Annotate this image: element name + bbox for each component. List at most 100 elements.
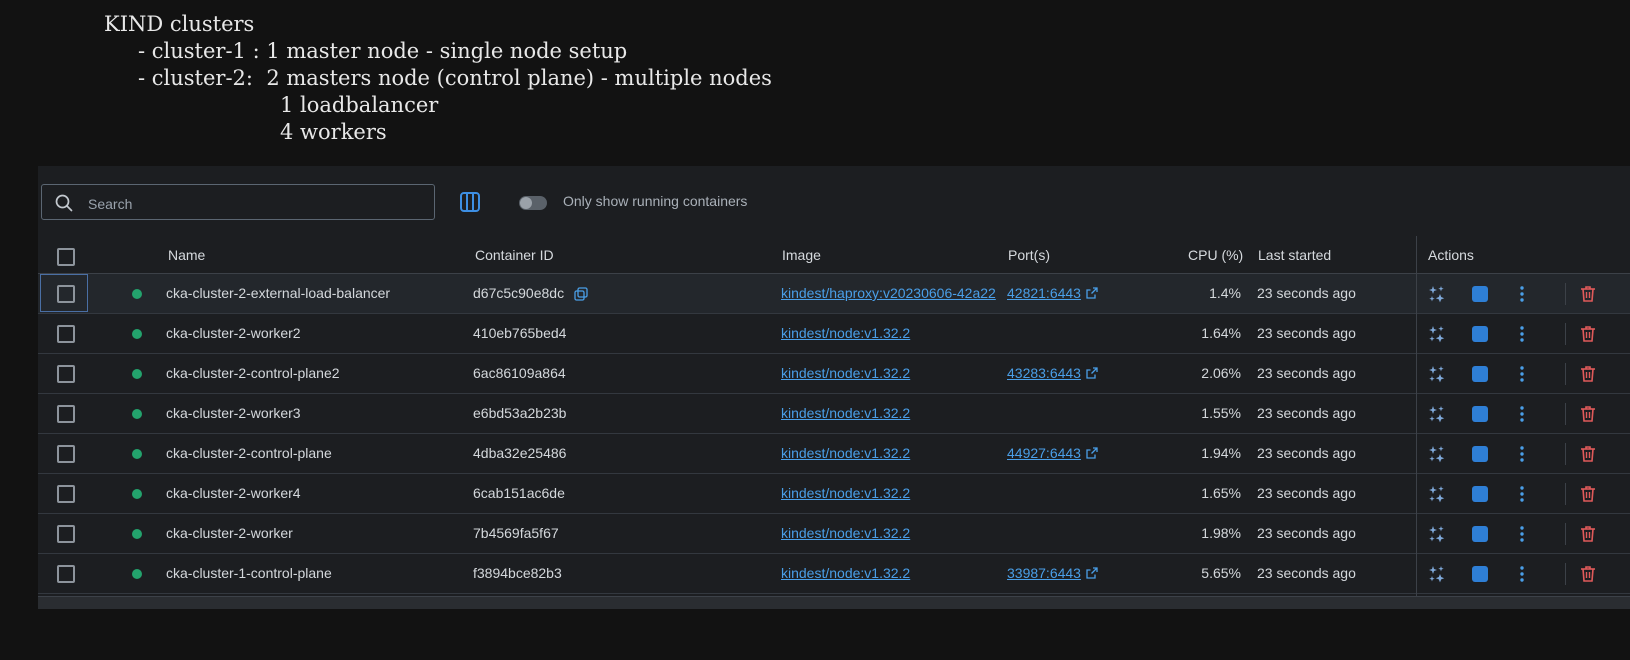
last-started: 23 seconds ago [1257, 285, 1356, 301]
cpu-usage: 1.64% [1201, 325, 1241, 341]
trash-icon[interactable] [1578, 404, 1598, 424]
last-started: 23 seconds ago [1257, 485, 1356, 501]
select-all-checkbox[interactable] [57, 248, 75, 266]
row-checkbox[interactable] [57, 445, 75, 463]
table-row[interactable]: cka-cluster-2-worker2 410eb765bed4 kindest… [38, 314, 1630, 354]
image-link[interactable]: kindest/node:v1.32.2 [781, 525, 910, 541]
row-checkbox[interactable] [57, 525, 75, 543]
more-vertical-icon[interactable] [1512, 284, 1532, 304]
stop-icon[interactable] [1470, 524, 1490, 544]
more-vertical-icon[interactable] [1512, 524, 1532, 544]
container-id: 4dba32e25486 [473, 445, 567, 461]
sparkle-icon[interactable] [1427, 524, 1447, 544]
trash-icon[interactable] [1578, 564, 1598, 584]
stop-icon[interactable] [1470, 284, 1490, 304]
more-vertical-icon[interactable] [1512, 484, 1532, 504]
header-name[interactable]: Name [168, 247, 205, 263]
sparkle-icon[interactable] [1427, 364, 1447, 384]
row-checkbox[interactable] [57, 405, 75, 423]
search-input[interactable] [86, 191, 420, 217]
running-only-toggle[interactable] [519, 196, 547, 210]
port-mapping[interactable]: 33987:6443 [1007, 565, 1098, 581]
external-link-icon[interactable] [1086, 367, 1098, 379]
stop-icon[interactable] [1470, 404, 1490, 424]
search-field[interactable] [41, 184, 435, 220]
header-cpu[interactable]: CPU (%) [1188, 247, 1243, 263]
cpu-usage: 2.06% [1201, 365, 1241, 381]
table-row[interactable]: cka-cluster-2-control-plane2 6ac86109a864… [38, 354, 1630, 394]
header-ports[interactable]: Port(s) [1008, 247, 1050, 263]
image-link[interactable]: kindest/node:v1.32.2 [781, 565, 910, 581]
container-name[interactable]: cka-cluster-2-worker2 [166, 325, 301, 341]
trash-icon[interactable] [1578, 284, 1598, 304]
image-link[interactable]: kindest/node:v1.32.2 [781, 405, 910, 421]
image-link[interactable]: kindest/node:v1.32.2 [781, 325, 910, 341]
stop-icon[interactable] [1470, 484, 1490, 504]
more-vertical-icon[interactable] [1512, 404, 1532, 424]
stop-icon[interactable] [1470, 324, 1490, 344]
row-checkbox[interactable] [57, 565, 75, 583]
actions-column-divider [1416, 236, 1417, 596]
row-checkbox[interactable] [57, 365, 75, 383]
trash-icon[interactable] [1578, 484, 1598, 504]
image-link[interactable]: kindest/node:v1.32.2 [781, 365, 910, 381]
table-row[interactable]: cka-cluster-1-control-plane f3894bce82b3 k… [38, 554, 1630, 594]
sparkle-icon[interactable] [1427, 484, 1447, 504]
more-vertical-icon[interactable] [1512, 444, 1532, 464]
sparkle-icon[interactable] [1427, 324, 1447, 344]
sparkle-icon[interactable] [1427, 444, 1447, 464]
port-mapping[interactable]: 43283:6443 [1007, 365, 1098, 381]
horizontal-scrollbar[interactable] [38, 596, 1630, 609]
more-vertical-icon[interactable] [1512, 564, 1532, 584]
sparkle-icon[interactable] [1427, 284, 1447, 304]
port-mapping[interactable]: 42821:6443 [1007, 285, 1098, 301]
stop-icon[interactable] [1470, 444, 1490, 464]
sparkle-icon[interactable] [1427, 564, 1447, 584]
table-row[interactable]: cka-cluster-2-external-load-balancer d67c… [38, 274, 1630, 314]
container-name[interactable]: cka-cluster-2-worker3 [166, 405, 301, 421]
port-link[interactable]: 33987:6443 [1007, 565, 1081, 581]
copy-icon[interactable] [574, 287, 588, 301]
actions-separator [1565, 483, 1566, 505]
image-link[interactable]: kindest/node:v1.32.2 [781, 445, 910, 461]
more-vertical-icon[interactable] [1512, 364, 1532, 384]
port-link[interactable]: 44927:6443 [1007, 445, 1081, 461]
table-row[interactable]: cka-cluster-2-control-plane 4dba32e25486 k… [38, 434, 1630, 474]
toggle-knob [520, 197, 532, 209]
table-row[interactable]: cka-cluster-2-worker3 e6bd53a2b23b kindest… [38, 394, 1630, 434]
trash-icon[interactable] [1578, 524, 1598, 544]
image-link[interactable]: kindest/haproxy:v20230606-42a22 [781, 285, 996, 301]
external-link-icon[interactable] [1086, 287, 1098, 299]
status-running-indicator [132, 369, 142, 379]
trash-icon[interactable] [1578, 364, 1598, 384]
container-name[interactable]: cka-cluster-2-control-plane2 [166, 365, 340, 381]
trash-icon[interactable] [1578, 444, 1598, 464]
row-checkbox[interactable] [57, 485, 75, 503]
container-name[interactable]: cka-cluster-1-control-plane [166, 565, 332, 581]
columns-icon[interactable] [458, 190, 482, 214]
status-running-indicator [132, 449, 142, 459]
container-name[interactable]: cka-cluster-2-control-plane [166, 445, 332, 461]
stop-icon[interactable] [1470, 364, 1490, 384]
stop-icon[interactable] [1470, 564, 1490, 584]
header-container-id[interactable]: Container ID [475, 247, 554, 263]
header-image[interactable]: Image [782, 247, 821, 263]
more-vertical-icon[interactable] [1512, 324, 1532, 344]
header-last-started[interactable]: Last started [1258, 247, 1331, 263]
port-link[interactable]: 42821:6443 [1007, 285, 1081, 301]
external-link-icon[interactable] [1086, 567, 1098, 579]
port-link[interactable]: 43283:6443 [1007, 365, 1081, 381]
image-link[interactable]: kindest/node:v1.32.2 [781, 485, 910, 501]
table-row[interactable]: cka-cluster-2-worker4 6cab151ac6de kindest… [38, 474, 1630, 514]
container-name[interactable]: cka-cluster-2-worker4 [166, 485, 301, 501]
row-checkbox[interactable] [57, 285, 75, 303]
table-row[interactable]: cka-cluster-2-worker 7b4569fa5f67 kindest/… [38, 514, 1630, 554]
port-mapping[interactable]: 44927:6443 [1007, 445, 1098, 461]
notes-loadbalancer: 1 loadbalancer [280, 93, 439, 117]
container-name[interactable]: cka-cluster-2-external-load-balancer [166, 285, 390, 301]
external-link-icon[interactable] [1086, 447, 1098, 459]
container-name[interactable]: cka-cluster-2-worker [166, 525, 293, 541]
row-checkbox[interactable] [57, 325, 75, 343]
sparkle-icon[interactable] [1427, 404, 1447, 424]
trash-icon[interactable] [1578, 324, 1598, 344]
